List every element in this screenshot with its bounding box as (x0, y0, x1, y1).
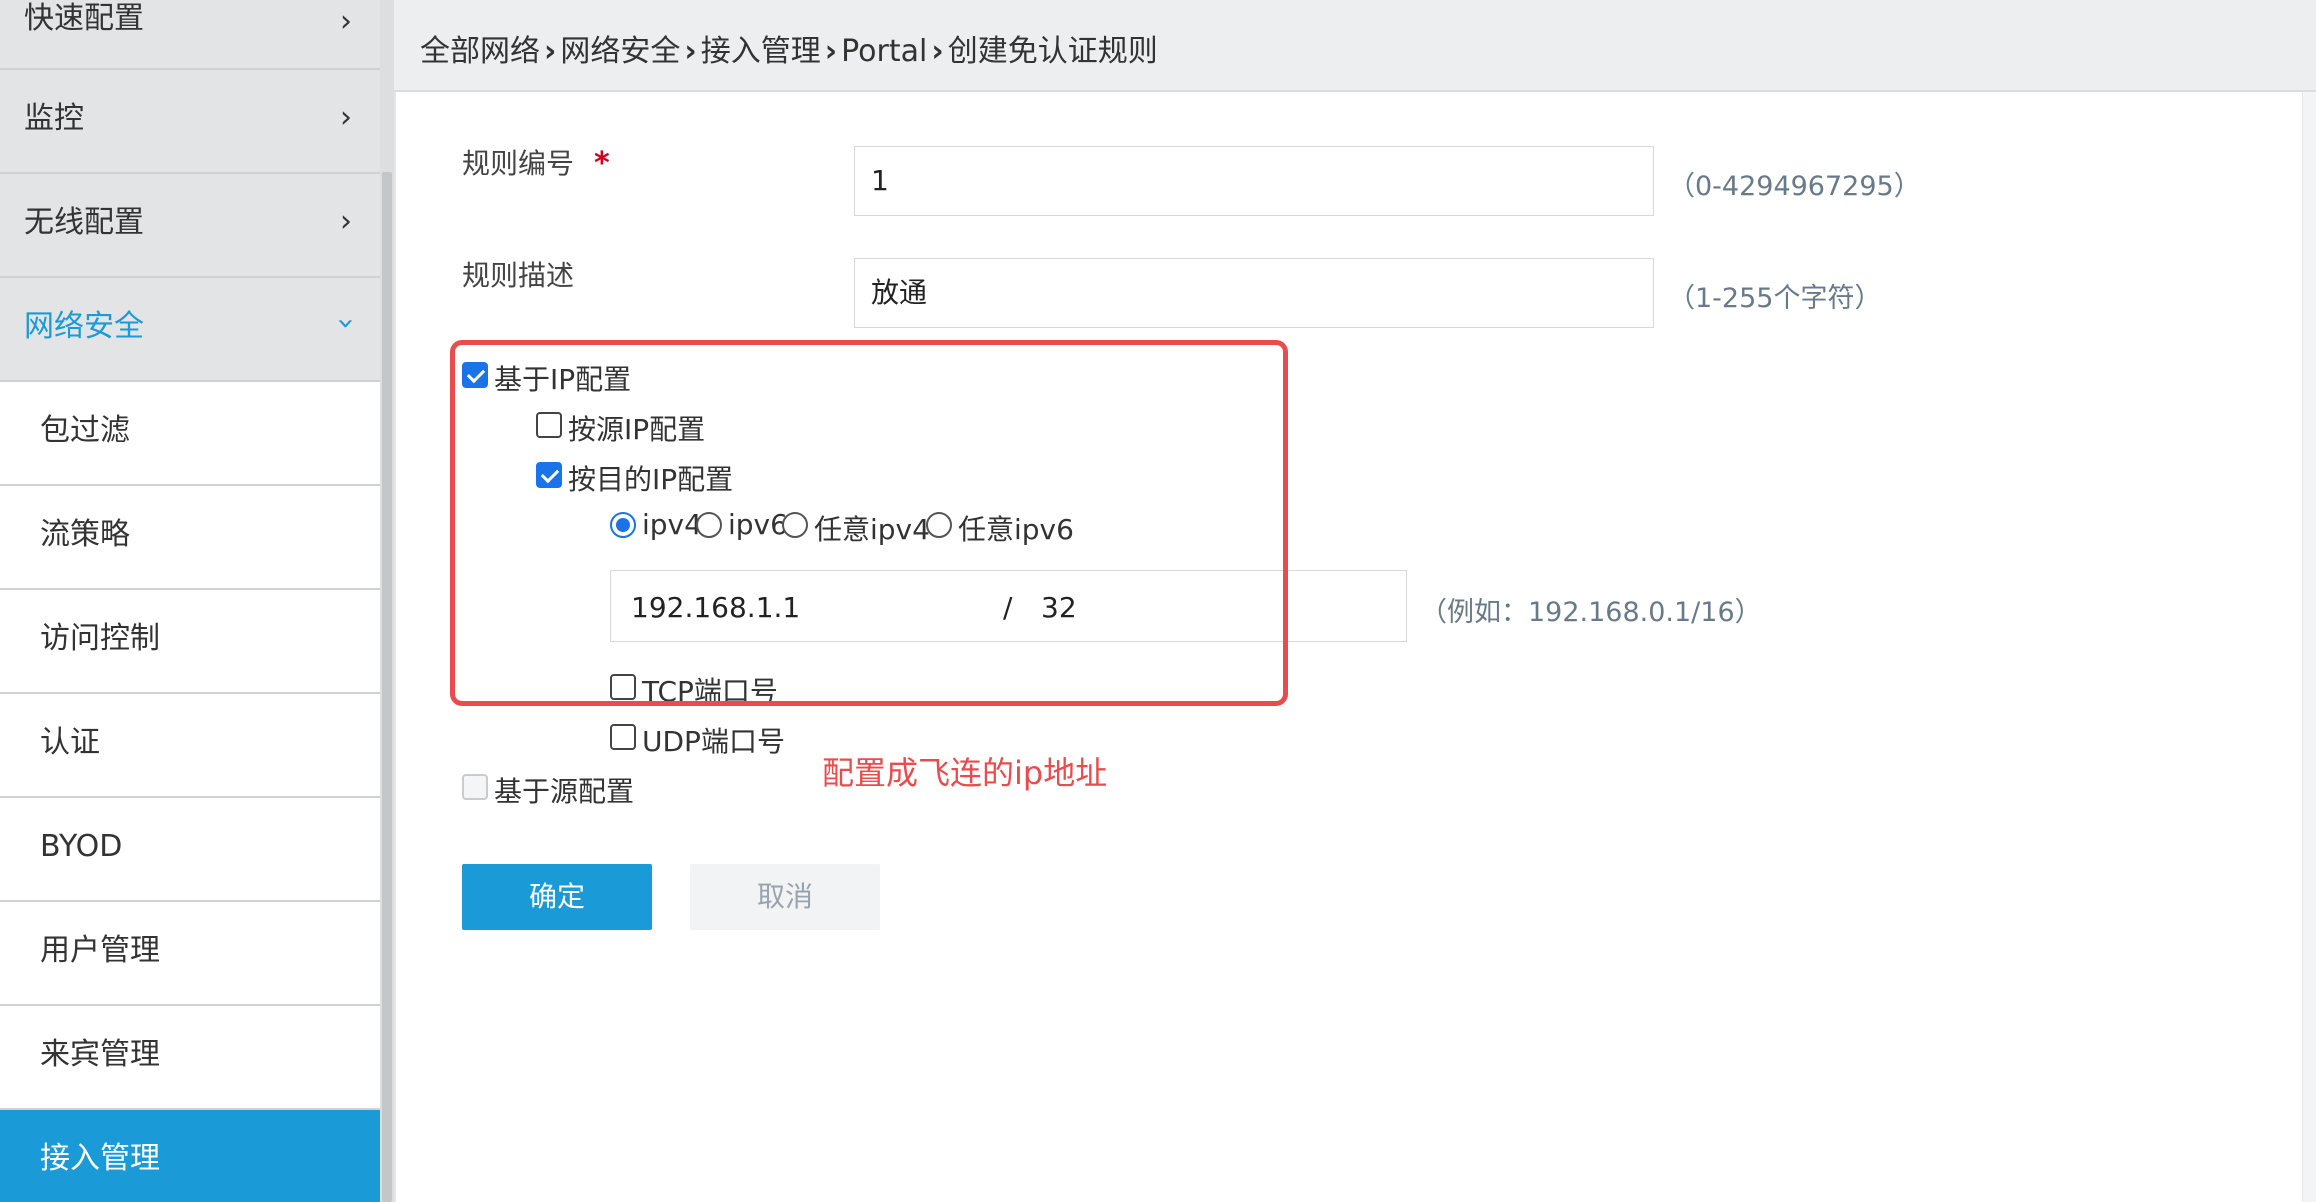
breadcrumb-item[interactable]: 接入管理 (701, 34, 821, 69)
dst-ip-hint: （例如：192.168.0.1/16） (1420, 597, 1762, 628)
sidebar-item-label: 来宾管理 (40, 1037, 160, 1072)
sidebar-scrollbar[interactable] (380, 0, 394, 1202)
rule-desc-input[interactable]: 放通 (854, 258, 1654, 328)
sidebar-item-label: 无线配置 (24, 205, 144, 240)
sidebar-item-monitor[interactable]: 监控 › (0, 70, 380, 174)
chevron-right-icon: › (931, 34, 944, 69)
breadcrumb-item[interactable]: 全部网络 (420, 34, 540, 69)
sidebar-item-quick-config[interactable]: 快速配置 › (0, 0, 380, 70)
chevron-down-icon: › (328, 317, 364, 330)
sidebar-item-flow-policy[interactable]: 流策略 (0, 486, 380, 590)
confirm-button[interactable]: 确定 (462, 864, 652, 930)
rule-id-hint: （0-4294967295） (1668, 171, 1921, 202)
sidebar-item-authentication[interactable]: 认证 (0, 694, 380, 798)
rule-desc-hint: （1-255个字符） (1668, 283, 1882, 314)
breadcrumb-current: 创建免认证规则 (947, 34, 1158, 69)
content-divider (394, 92, 396, 1202)
sidebar-item-wireless-config[interactable]: 无线配置 › (0, 174, 380, 278)
sidebar-item-label: 访问控制 (40, 621, 160, 656)
breadcrumb: 全部网络 › 网络安全 › 接入管理 › Portal › 创建免认证规则 (394, 0, 2316, 92)
sidebar-item-label: BYOD (40, 829, 123, 864)
sidebar-item-access-management[interactable]: 接入管理 (0, 1110, 380, 1202)
sidebar-item-network-security[interactable]: 网络安全 › (0, 278, 380, 382)
rule-id-label: 规则编号 (462, 147, 575, 180)
sidebar-item-guest-management[interactable]: 来宾管理 (0, 1006, 380, 1110)
sidebar-item-packet-filter[interactable]: 包过滤 (0, 382, 380, 486)
chevron-right-icon: › (684, 34, 697, 69)
cancel-button[interactable]: 取消 (690, 864, 880, 930)
chevron-right-icon: › (340, 4, 352, 39)
udp-port-checkbox[interactable] (610, 724, 636, 750)
sidebar-item-label: 认证 (40, 725, 100, 760)
sidebar-nav: 快速配置 › 监控 › 无线配置 › 网络安全 › 包过滤 流策略 访问控制 认… (0, 0, 380, 1202)
chevron-right-icon: › (544, 34, 557, 69)
udp-port-label: UDP端口号 (642, 725, 785, 758)
required-mark: * (594, 146, 610, 181)
sidebar-item-label: 流策略 (40, 517, 130, 552)
sidebar-item-label: 监控 (24, 101, 84, 136)
sidebar-item-label: 快速配置 (24, 1, 144, 36)
sidebar-item-label: 接入管理 (40, 1141, 160, 1176)
breadcrumb-item[interactable]: 网络安全 (560, 34, 680, 69)
sidebar-item-label: 包过滤 (40, 413, 130, 448)
sidebar-item-user-management[interactable]: 用户管理 (0, 902, 380, 1006)
annotation-highlight-box (450, 340, 1288, 706)
source-based-checkbox[interactable] (462, 774, 488, 800)
rule-desc-label: 规则描述 (462, 259, 575, 292)
rule-id-input[interactable]: 1 (854, 146, 1654, 216)
source-based-label: 基于源配置 (494, 775, 635, 808)
chevron-right-icon: › (824, 34, 838, 69)
chevron-right-icon: › (340, 100, 352, 135)
sidebar-scrollbar-thumb[interactable] (382, 172, 392, 1202)
content-scrollbar[interactable] (2302, 92, 2316, 1202)
annotation-text: 配置成飞连的ip地址 (822, 754, 1108, 792)
breadcrumb-item[interactable]: Portal (841, 34, 927, 69)
sidebar-item-label: 网络安全 (24, 309, 144, 344)
chevron-right-icon: › (340, 204, 352, 239)
sidebar-item-access-control[interactable]: 访问控制 (0, 590, 380, 694)
sidebar-item-label: 用户管理 (40, 933, 160, 968)
sidebar-item-byod[interactable]: BYOD (0, 798, 380, 902)
